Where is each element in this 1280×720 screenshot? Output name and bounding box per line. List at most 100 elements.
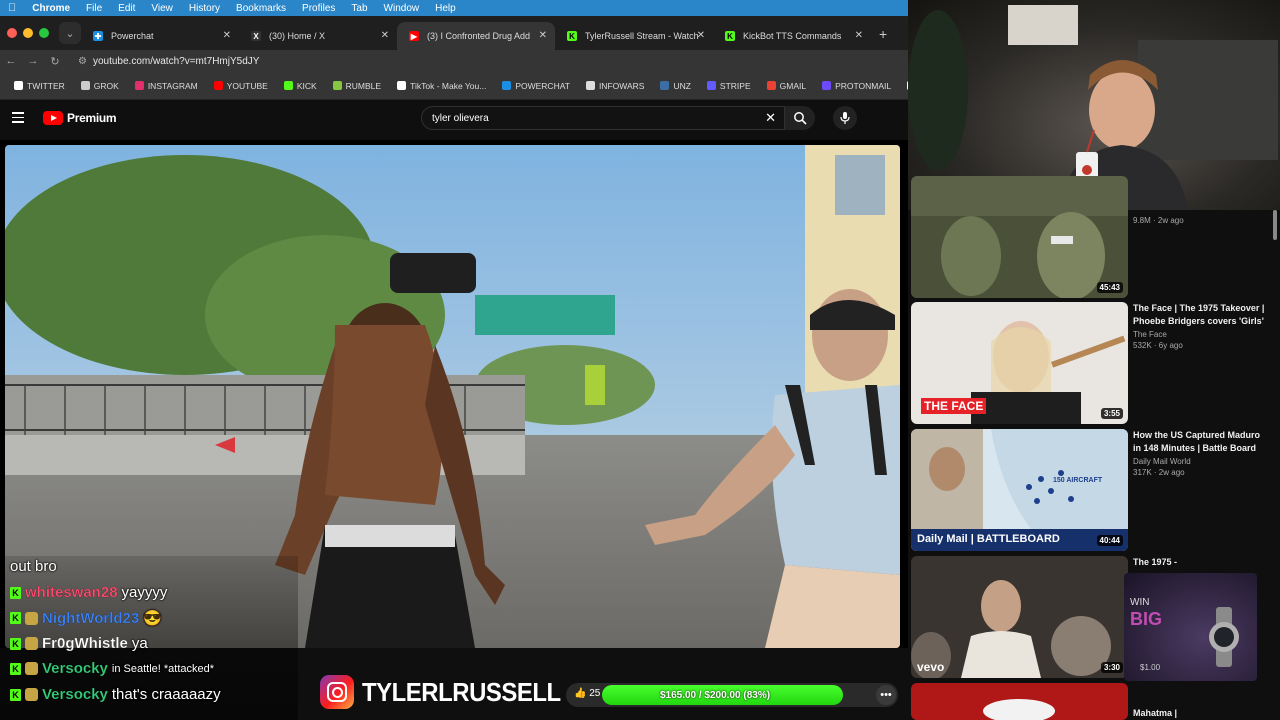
chat-message: K whiteswan28 yayyyy <box>10 584 167 601</box>
back-icon[interactable]: ← <box>0 55 22 67</box>
menu-file[interactable]: File <box>86 3 102 14</box>
hamburger-menu-icon[interactable] <box>12 112 24 126</box>
kick-favicon-icon: K <box>567 31 577 41</box>
tab-youtube-video[interactable]: ▶ (3) I Confronted Drug Add ✕ <box>397 22 555 50</box>
search-icon <box>794 112 807 125</box>
chat-message: K Versocky that's craaaaazy <box>10 686 221 703</box>
bookmark-item[interactable]: POWERCHAT <box>496 81 576 91</box>
video-thumbnail[interactable]: 150 AIRCRAFT Daily Mail | BATTLEBOARD 40… <box>911 429 1128 551</box>
tab-search-icon[interactable]: ⌄ <box>59 22 81 44</box>
bookmark-favicon-icon <box>585 81 595 90</box>
tab-title: (30) Home / X <box>269 31 326 41</box>
clear-search-icon[interactable]: ✕ <box>765 110 776 126</box>
donation-goal-bar: $165.00 / $200.00 (83%) <box>566 683 898 707</box>
kick-badge-icon: K <box>10 612 21 624</box>
menu-bookmarks[interactable]: Bookmarks <box>236 3 286 14</box>
bookmark-item[interactable]: PROTONMAIL <box>816 81 897 91</box>
youtube-logo[interactable]: Premium <box>43 111 117 125</box>
video-card[interactable]: Mahatma | <box>911 683 1271 720</box>
video-thumbnail[interactable] <box>911 683 1128 720</box>
voice-search-button[interactable] <box>833 106 857 130</box>
video-title[interactable]: The Face | The 1975 Takeover | Phoebe Br… <box>1133 302 1267 328</box>
video-stats: 532K · 6y ago <box>1133 341 1183 350</box>
apple-icon[interactable]:  <box>8 2 16 14</box>
tab-title: KickBot TTS Commands <box>743 31 842 41</box>
menu-view[interactable]: View <box>151 3 173 14</box>
bookmark-favicon-icon <box>332 81 342 90</box>
video-card[interactable]: THE FACE 3:55 The Face | The 1975 Takeov… <box>911 302 1271 424</box>
bookmark-item[interactable]: UNZ <box>654 81 696 91</box>
forward-icon[interactable]: → <box>22 55 44 67</box>
tab-title: (3) I Confronted Drug Add <box>427 31 531 41</box>
video-title[interactable]: How the US Captured Maduro in 148 Minute… <box>1133 429 1267 455</box>
minimize-window-button[interactable] <box>23 28 33 38</box>
url-field[interactable]: ⚙ youtube.com/watch?v=mt7HmjY5dJY <box>78 56 259 67</box>
menu-window[interactable]: Window <box>384 3 420 14</box>
bookmark-label: INFOWARS <box>598 80 645 91</box>
screen:  Chrome File Edit View History Bookmark… <box>0 0 1280 720</box>
site-info-icon[interactable]: ⚙ <box>78 56 87 67</box>
menu-history[interactable]: History <box>189 3 220 14</box>
tab-kick-stream[interactable]: K TylerRussell Stream - Watch ✕ <box>555 22 713 50</box>
bookmark-item[interactable]: RUMBLE <box>327 81 387 91</box>
video-thumbnail[interactable]: vevo 3:30 <box>911 556 1128 678</box>
bookmark-item[interactable]: INFOWARS <box>580 81 651 91</box>
search-button[interactable] <box>785 106 815 130</box>
menu-edit[interactable]: Edit <box>118 3 135 14</box>
menu-tab[interactable]: Tab <box>351 3 367 14</box>
subscriber-badge-icon <box>25 688 38 701</box>
more-options-icon[interactable]: ••• <box>876 685 896 705</box>
tab-powerchat[interactable]: ✚ Powerchat ✕ <box>81 22 239 50</box>
video-card[interactable]: 45:43 9.8M · 2w ago <box>911 176 1271 298</box>
mac-menu-bar:  Chrome File Edit View History Bookmark… <box>0 0 908 16</box>
zoom-window-button[interactable] <box>39 28 49 38</box>
bookmark-item[interactable]: KICK <box>278 81 323 91</box>
bookmark-item[interactable]: TikTok - Make You... <box>391 81 492 91</box>
like-count-text: 25 <box>589 688 601 699</box>
bookmark-favicon-icon <box>213 81 223 90</box>
subscriber-badge-icon <box>25 662 38 675</box>
close-window-button[interactable] <box>7 28 17 38</box>
search-input[interactable]: tyler olievera ✕ <box>421 106 785 130</box>
kick-badge-icon: K <box>10 688 21 701</box>
bookmark-item[interactable]: TWITTER <box>8 81 71 91</box>
video-thumbnail[interactable]: 45:43 <box>911 176 1128 298</box>
bookmark-item[interactable]: INSTAGRAM <box>129 81 204 91</box>
new-tab-icon[interactable]: + <box>879 26 887 42</box>
bookmark-favicon-icon <box>706 81 716 90</box>
bookmark-item[interactable]: STRIPE <box>701 81 757 91</box>
video-thumbnail[interactable]: THE FACE 3:55 <box>911 302 1128 424</box>
like-count[interactable]: 👍 25 <box>574 688 600 699</box>
subscriber-badge-icon <box>25 611 38 625</box>
thumbnail-image <box>911 683 1128 720</box>
scrollbar[interactable] <box>1273 210 1277 240</box>
close-tab-icon[interactable]: ✕ <box>855 30 863 41</box>
ad-widget[interactable]: WIN BIG $1.00 <box>1124 573 1257 681</box>
bookmark-item[interactable]: GMAIL <box>761 81 812 91</box>
bookmark-item[interactable]: GROK <box>75 81 125 91</box>
video-title[interactable]: The 1975 - <box>1133 556 1267 569</box>
bookmark-label: UNZ <box>673 80 691 91</box>
close-tab-icon[interactable]: ✕ <box>697 30 705 41</box>
channel-name[interactable]: The Face <box>1133 330 1267 339</box>
tab-x-home[interactable]: X (30) Home / X ✕ <box>239 22 397 50</box>
menu-profiles[interactable]: Profiles <box>302 3 335 14</box>
instagram-icon <box>320 675 354 709</box>
tab-kickbot[interactable]: K KickBot TTS Commands ✕ <box>713 22 871 50</box>
channel-name[interactable]: Daily Mail World <box>1133 457 1267 466</box>
menu-help[interactable]: Help <box>435 3 456 14</box>
close-tab-icon[interactable]: ✕ <box>223 30 231 41</box>
video-title[interactable]: Mahatma | <box>1133 707 1267 720</box>
chat-overlay: out bro K whiteswan28 yayyyy K NightWorl… <box>0 556 300 720</box>
kick-badge-icon: K <box>10 662 21 675</box>
video-card[interactable]: 150 AIRCRAFT Daily Mail | BATTLEBOARD 40… <box>911 429 1271 551</box>
close-tab-icon[interactable]: ✕ <box>539 30 547 41</box>
reload-icon[interactable]: ↻ <box>44 55 66 68</box>
bookmark-item[interactable]: YOUTUBE <box>208 81 274 91</box>
close-tab-icon[interactable]: ✕ <box>381 30 389 41</box>
bookmark-favicon-icon <box>397 81 407 90</box>
bookmark-label: PROTONMAIL <box>835 80 892 91</box>
menu-chrome[interactable]: Chrome <box>32 3 70 14</box>
chat-message: K Fr0gWhistle ya <box>10 635 148 652</box>
bookmark-label: KICK <box>296 80 317 91</box>
